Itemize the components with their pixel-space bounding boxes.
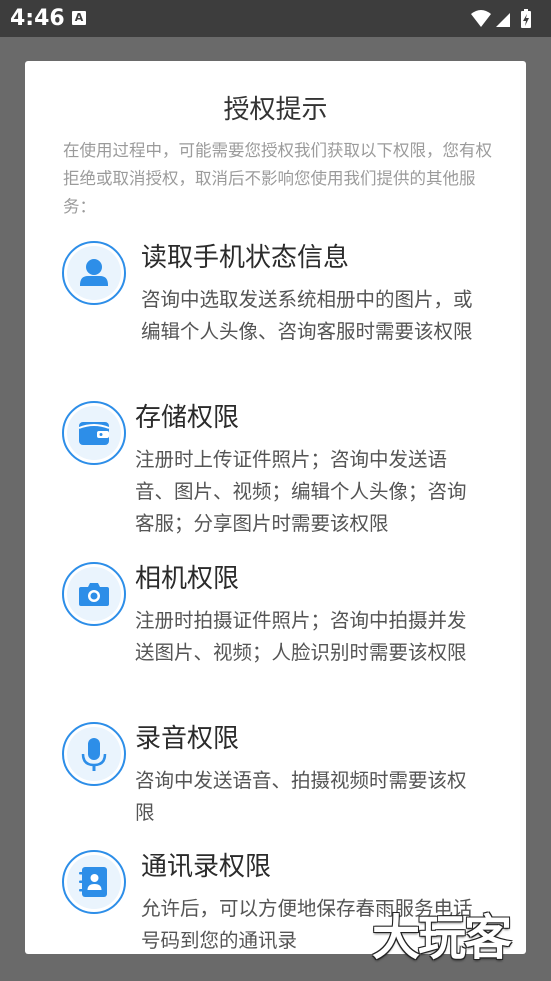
status-icons <box>471 9 531 28</box>
permission-title: 读取手机状态信息 <box>141 243 350 273</box>
permission-desc: 注册时拍摄证件照片；咨询中拍摄并发送图片、视频；人脸识别时需要该权限 <box>135 609 467 664</box>
status-bar: 4:46 A <box>0 0 551 37</box>
watermark-logo: 大玩客 <box>372 910 512 966</box>
dialog-intro: 在使用过程中，可能需要您授权我们获取以下权限，您有权拒绝或取消授权，取消后不影响… <box>63 141 492 216</box>
permission-desc: 咨询中选取发送系统相册中的图片，或编辑个人头像、咨询客服时需要该权限 <box>141 288 473 343</box>
dialog-title: 授权提示 <box>223 95 328 125</box>
permission-desc: 注册时上传证件照片；咨询中发送语音、图片、视频；编辑个人头像；咨询客服；分享图片… <box>135 448 467 535</box>
permission-dialog: 授权提示 在使用过程中，可能需要您授权我们获取以下权限，您有权拒绝或取消授权，取… <box>25 61 526 954</box>
camera-icon <box>62 562 126 626</box>
permission-desc: 咨询中发送语音、拍摄视频时需要该权限 <box>135 769 467 824</box>
battery-charging-icon <box>521 9 531 28</box>
permission-title: 相机权限 <box>135 564 240 594</box>
permission-title: 存储权限 <box>135 403 240 433</box>
user-icon <box>62 241 126 305</box>
status-time: 4:46 <box>10 6 65 31</box>
permission-title: 通讯录权限 <box>141 852 272 882</box>
wifi-icon <box>471 10 491 27</box>
microphone-icon <box>62 722 126 786</box>
a-icon: A <box>72 11 86 25</box>
permission-title: 录音权限 <box>135 724 240 754</box>
signal-icon <box>496 13 510 27</box>
wallet-icon <box>62 401 126 465</box>
contacts-icon <box>62 850 126 914</box>
